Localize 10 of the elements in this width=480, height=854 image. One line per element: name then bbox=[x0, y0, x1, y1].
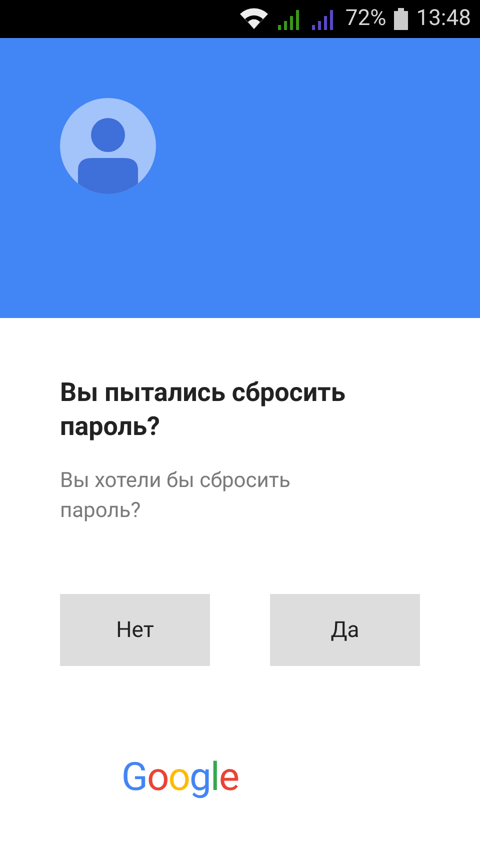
google-logo: Google bbox=[121, 758, 240, 797]
battery-percentage: 72% bbox=[345, 8, 386, 30]
battery-icon bbox=[394, 8, 408, 30]
clock-time: 13:48 bbox=[416, 8, 471, 30]
wifi-icon bbox=[239, 8, 270, 30]
no-button[interactable]: Нет bbox=[60, 594, 210, 666]
dialog-message: Вы хотели бы сбросить пароль? bbox=[60, 468, 292, 525]
dialog-title: Вы пытались сбросить пароль? bbox=[60, 377, 346, 444]
yes-button[interactable]: Да bbox=[270, 594, 420, 666]
avatar-icon bbox=[60, 98, 156, 194]
